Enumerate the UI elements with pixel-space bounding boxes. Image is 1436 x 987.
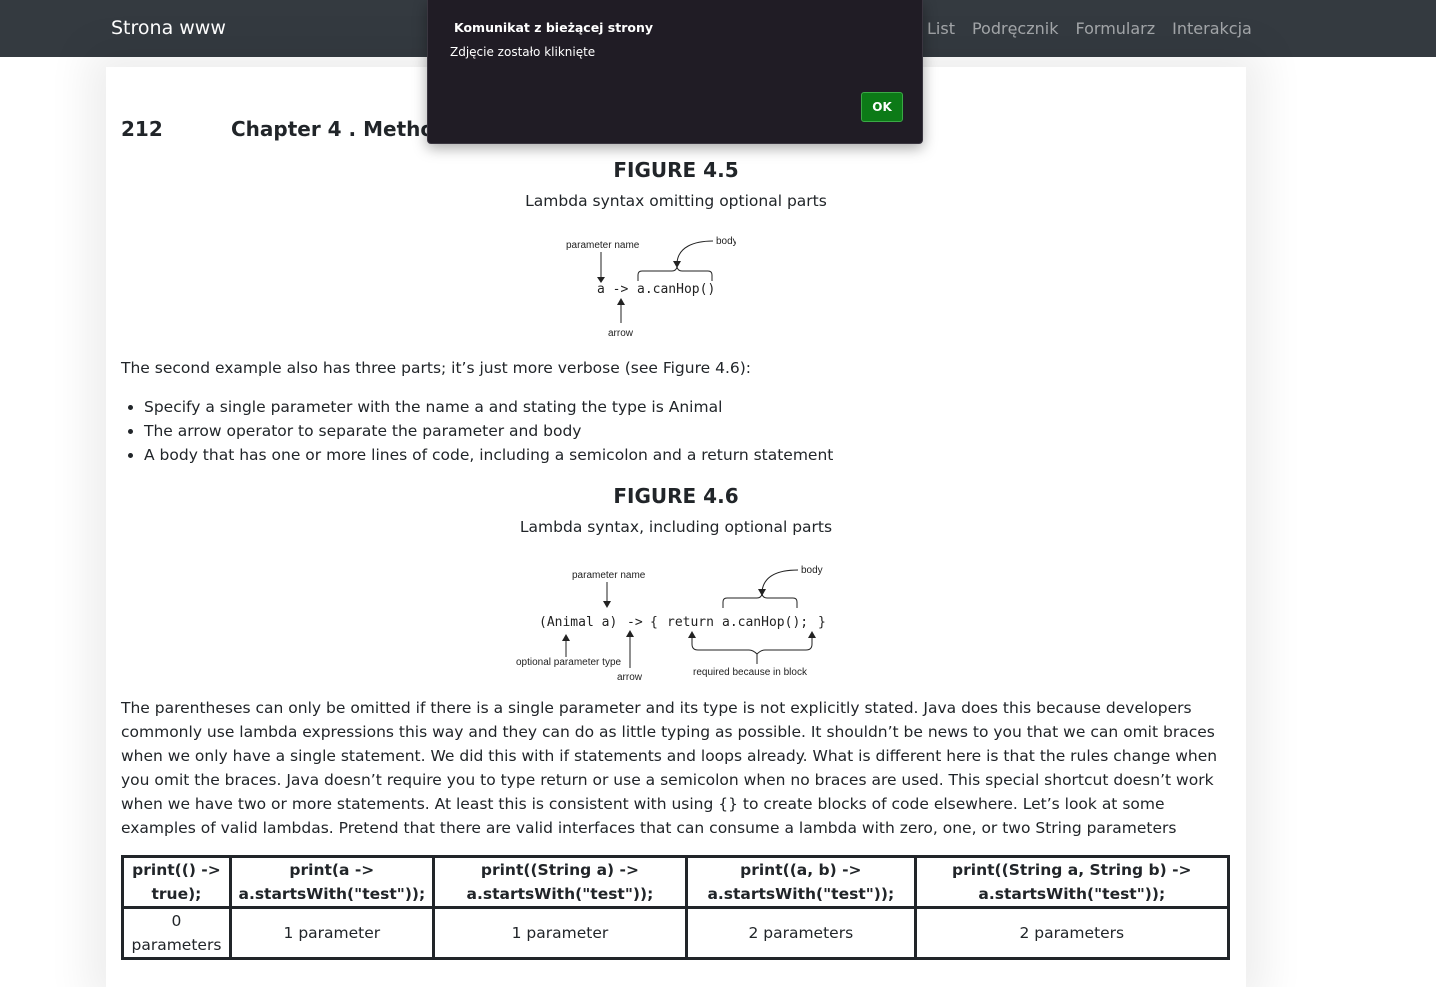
figure-2-image[interactable]: parameter name body (Animal a) -> { retu… [516, 561, 836, 681]
table-header-cell: print(a -> a.startsWith("test")); [228, 855, 435, 909]
fig2-required-left-arrowhead [688, 631, 696, 638]
nav-link-list[interactable]: List [927, 19, 955, 38]
brand-link[interactable]: Strona www [111, 17, 226, 39]
nav-links: List Podręcznik Formularz Interakcja [927, 19, 1269, 38]
examples-table: print(() -> true); print(a -> a.startsWi… [121, 855, 1231, 960]
fig2-required-brace [691, 636, 813, 655]
bullet-list: Specify a single parameter with the name… [121, 395, 833, 467]
ok-button[interactable]: OK [861, 92, 903, 122]
dialog-message: Zdjęcie zostało kliknięte [450, 45, 596, 59]
table-header-cell: print((String a) -> a.startsWith("test")… [431, 855, 689, 909]
fig2-body-label: body [801, 565, 823, 576]
figure-2-caption: Lambda syntax, including optional parts [519, 518, 833, 536]
dialog-title: Komunikat z bieżącej strony [454, 20, 654, 35]
fig2-optional-type-label: optional parameter type [516, 657, 622, 668]
fig2-type-arrowhead [562, 634, 570, 641]
fig1-body-label: body [716, 236, 736, 247]
list-item: A body that has one or more lines of cod… [144, 443, 833, 467]
fig2-required-right-arrowhead [808, 631, 816, 638]
fig2-code-params: (Animal a) [539, 615, 617, 630]
table-header-cell: print((String a, String b) -> a.startsWi… [913, 855, 1231, 909]
alert-dialog: Komunikat z bieżącej strony Zdjęcie zost… [427, 0, 923, 144]
figure-1-caption: Lambda syntax omitting optional parts [525, 192, 827, 210]
list-item: The arrow operator to separate the param… [144, 419, 833, 443]
table-cell: 1 parameter [228, 906, 435, 960]
fig2-parameter-name-label: parameter name [572, 570, 646, 581]
table-header-cell: print(() -> true); [121, 855, 232, 909]
figure-1-title: FIGURE 4.5 [613, 158, 739, 182]
fig1-parameter-name-label: parameter name [566, 240, 640, 251]
table-row: 0 parameters 1 parameter 1 parameter 2 p… [121, 906, 1231, 960]
fig2-code-close-brace: } [818, 615, 826, 630]
nav-link-formularz[interactable]: Formularz [1075, 19, 1155, 38]
nav-link-interakcja[interactable]: Interakcja [1172, 19, 1252, 38]
fig2-body-curve [761, 569, 799, 592]
fig2-param-arrowhead [603, 601, 611, 608]
table-cell: 2 parameters [685, 906, 917, 960]
fig2-required-label: required because in block [693, 667, 808, 678]
table-cell: 1 parameter [431, 906, 689, 960]
table-cell: 0 parameters [121, 906, 232, 960]
fig2-arrow-arrowhead [626, 630, 634, 637]
fig2-code-return: return [667, 615, 714, 630]
page-number: 212 [121, 117, 163, 141]
fig1-code-param: a -> [597, 282, 628, 297]
fig1-arrow-arrowhead [617, 298, 625, 305]
nav-link-podrecznik[interactable]: Podręcznik [972, 19, 1059, 38]
fig2-code-body: a.canHop(); [722, 615, 808, 630]
fig2-code-open-brace: { [650, 615, 658, 630]
fig1-code-body: a.canHop() [637, 282, 715, 297]
table-header-cell: print((a, b) -> a.startsWith("test")); [685, 855, 917, 909]
list-item: Specify a single parameter with the name… [144, 395, 833, 419]
content-card: 212 Chapter 4 . Methods a FIGURE 4.5 Lamb… [106, 67, 1246, 987]
table-header-row: print(() -> true); print(a -> a.startsWi… [121, 855, 1231, 909]
body-paragraph: The parentheses can only be omitted if t… [121, 699, 1218, 837]
intro-paragraph: The second example also has three parts;… [121, 359, 751, 377]
figure-1-image[interactable]: parameter name body a -> a.canHop() arro… [556, 233, 736, 341]
fig2-body-brace [722, 593, 798, 608]
fig2-code-arrow: -> [627, 615, 643, 630]
fig1-body-curve [676, 240, 714, 264]
fig1-arrow-label: arrow [608, 328, 634, 339]
fig2-arrow-label: arrow [617, 672, 643, 681]
table-cell: 2 parameters [913, 906, 1231, 960]
fig1-body-brace [637, 266, 713, 281]
figure-2-title: FIGURE 4.6 [613, 484, 739, 508]
